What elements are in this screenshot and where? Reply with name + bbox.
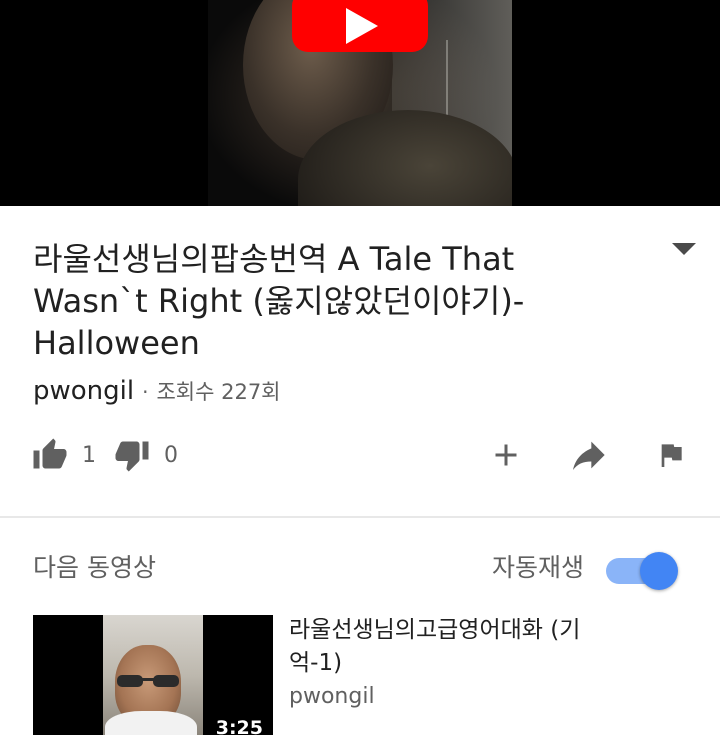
thumbs-up-icon [33, 438, 67, 469]
report-button[interactable] [655, 430, 687, 480]
video-title: 라울선생님의팝송번역 A Tale That Wasn`t Right (옳지않… [33, 240, 525, 362]
autoplay-toggle-knob [640, 552, 678, 590]
next-video-channel: pwongil [289, 684, 375, 709]
channel-name[interactable]: pwongil [33, 376, 134, 406]
autoplay-label: 자동재생 [492, 553, 585, 582]
thumbnail-person-shirt [105, 711, 197, 735]
next-video-title[interactable]: 라울선생님의고급영어대화 (기억-1) [289, 614, 619, 680]
sunglasses-icon [117, 675, 179, 687]
dislike-button[interactable]: 0 [114, 430, 178, 480]
action-bar: 1 0 [0, 430, 720, 480]
thumbs-down-icon [115, 441, 149, 472]
next-video-thumbnail[interactable]: 3:25 [33, 615, 273, 735]
autoplay-toggle[interactable] [606, 552, 682, 590]
expand-description-button[interactable] [670, 240, 698, 258]
play-button[interactable] [292, 0, 428, 52]
add-to-playlist-button[interactable] [488, 430, 524, 480]
caret-down-icon [672, 243, 696, 255]
youtube-play-icon [346, 8, 378, 44]
like-count: 1 [82, 442, 96, 468]
dislike-count: 0 [164, 442, 178, 468]
section-divider [0, 516, 720, 518]
meta-separator: · [142, 380, 149, 404]
video-meta: pwongil · 조회수 227회 [33, 376, 281, 410]
flag-icon [661, 444, 682, 467]
view-count: 조회수 227회 [156, 380, 281, 404]
share-arrow-icon [573, 441, 605, 470]
video-player[interactable] [0, 0, 720, 206]
plus-icon [495, 444, 517, 466]
up-next-label: 다음 동영상 [33, 553, 156, 582]
like-button[interactable]: 1 [32, 430, 96, 480]
share-button[interactable] [568, 430, 608, 480]
